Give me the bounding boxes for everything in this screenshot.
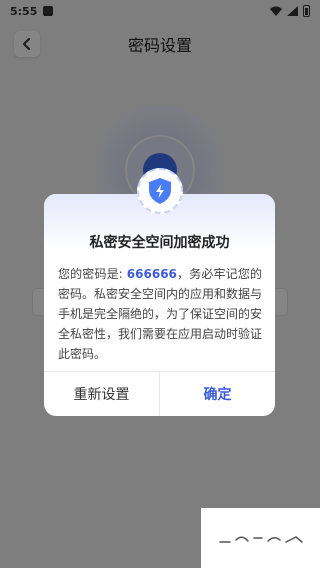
handwriting-icon bbox=[218, 536, 303, 543]
confirm-button[interactable]: 确定 bbox=[160, 372, 275, 416]
shield-lightning-icon bbox=[149, 178, 171, 204]
reset-button[interactable]: 重新设置 bbox=[44, 372, 160, 416]
dialog-message: 您的密码是: 666666，务必牢记您的密码。私密安全空间内的应用和数据与手机是… bbox=[58, 264, 262, 364]
password-code: 666666 bbox=[126, 267, 177, 281]
keyboard-fragment bbox=[201, 508, 320, 568]
message-suffix: ，务必牢记您的密码。私密安全空间内的应用和数据与手机是完全隔绝的，为了保证空间的… bbox=[58, 267, 263, 361]
dialog-footer: 重新设置 确定 bbox=[44, 371, 275, 416]
dialog-title: 私密安全空间加密成功 bbox=[89, 235, 230, 251]
dialog-badge bbox=[137, 168, 183, 214]
success-dialog: 私密安全空间加密成功 您的密码是: 666666，务必牢记您的密码。私密安全空间… bbox=[44, 168, 275, 416]
message-prefix: 您的密码是: bbox=[58, 267, 127, 281]
